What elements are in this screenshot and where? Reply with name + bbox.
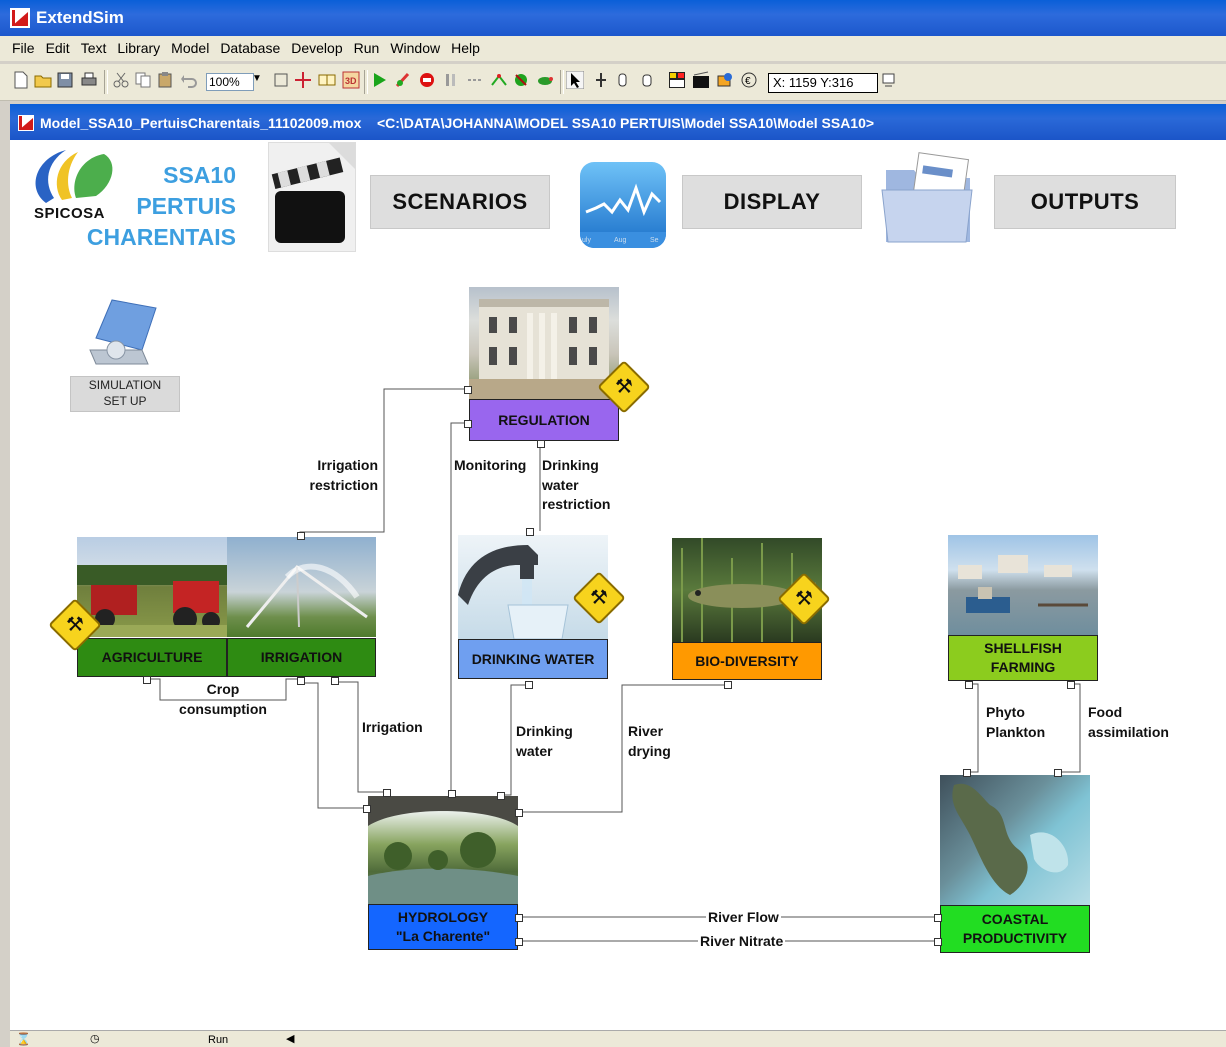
connector-port[interactable] (515, 938, 523, 946)
irrigation-node[interactable]: IRRIGATION (227, 638, 376, 677)
river-drying-label: River drying (628, 723, 671, 759)
hydrology-node[interactable]: HYDROLOGY "La Charente" (368, 904, 518, 950)
scroll-left-icon[interactable]: ◀ (286, 1032, 294, 1045)
connector-port[interactable] (934, 914, 942, 922)
connector-port[interactable] (143, 676, 151, 684)
shellfish-label-1: SHELLFISH (984, 640, 1062, 656)
agriculture-node[interactable]: AGRICULTURE (77, 638, 227, 677)
status-bar: ⌛ ◷ Run ◀ (10, 1030, 1226, 1047)
connector-port[interactable] (965, 681, 973, 689)
connector-port[interactable] (724, 681, 732, 689)
connector-port[interactable] (297, 677, 305, 685)
irrigation-label: Irrigation (362, 719, 423, 735)
drinking-water-warning-icon: ⚒ (572, 571, 626, 625)
hydrology-label-2: "La Charente" (395, 928, 491, 944)
irrigation-restriction-label: Irrigation restriction (309, 457, 378, 493)
phyto-plankton-label: Phyto Plankton (986, 704, 1046, 740)
connector-port[interactable] (537, 440, 545, 448)
connector-port[interactable] (526, 528, 534, 536)
shellfish-photo (948, 535, 1098, 635)
connector-port[interactable] (934, 938, 942, 946)
drinking-water-restriction-label: Drinking water restriction (542, 457, 611, 512)
river-nitrate-label: River Nitrate (698, 932, 786, 952)
river-flow-label: River Flow (706, 908, 781, 928)
hydrology-photo (368, 796, 518, 904)
hourglass-icon: ⌛ (16, 1032, 31, 1046)
connector-port[interactable] (515, 809, 523, 817)
connector-port[interactable] (525, 681, 533, 689)
coastal-label-1: COASTAL (981, 911, 1049, 927)
connector-port[interactable] (1067, 681, 1075, 689)
regulation-warning-icon: ⚒ (597, 360, 651, 414)
drinking-water-label: Drinking water (516, 723, 573, 759)
coastal-label-2: PRODUCTIVITY (962, 930, 1068, 946)
run-status: Run (208, 1034, 229, 1046)
drinking-water-node[interactable]: DRINKING WATER (458, 639, 608, 679)
connector-port[interactable] (331, 677, 339, 685)
connector-port[interactable] (497, 792, 505, 800)
regulation-node[interactable]: REGULATION (469, 399, 619, 441)
biodiversity-node[interactable]: BIO-DIVERSITY (672, 642, 822, 680)
connector-port[interactable] (464, 420, 472, 428)
irrigation-photo (227, 537, 376, 637)
food-assimilation-label: Food assimilation (1088, 704, 1169, 740)
coastal-node[interactable]: COASTAL PRODUCTIVITY (940, 905, 1090, 953)
connector-port[interactable] (363, 805, 371, 813)
biodiversity-warning-icon: ⚒ (777, 572, 831, 626)
clock-icon: ◷ (90, 1033, 100, 1045)
connector-port[interactable] (297, 532, 305, 540)
connector-port[interactable] (963, 769, 971, 777)
connector-port[interactable] (464, 386, 472, 394)
connector-port[interactable] (515, 914, 523, 922)
connector-port[interactable] (383, 789, 391, 797)
shellfish-label-2: FARMING (990, 659, 1056, 675)
hydrology-label-1: HYDROLOGY (397, 909, 489, 925)
shellfish-node[interactable]: SHELLFISH FARMING (948, 635, 1098, 681)
agriculture-warning-icon: ⚒ (48, 598, 102, 652)
connector-port[interactable] (448, 790, 456, 798)
connector-port[interactable] (1054, 769, 1062, 777)
regulation-photo (469, 287, 619, 399)
monitoring-label: Monitoring (454, 457, 527, 473)
crop-consumption-label: Crop consumption (179, 681, 267, 717)
coastal-photo (940, 775, 1090, 905)
